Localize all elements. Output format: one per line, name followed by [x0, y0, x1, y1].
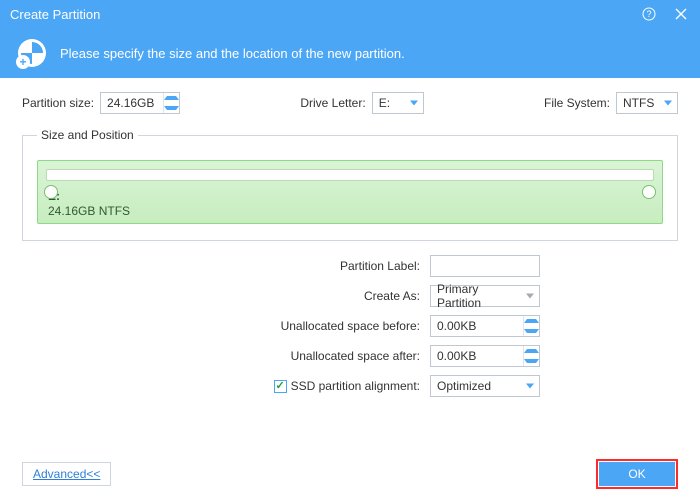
- ssd-align-row: SSD partition alignment:: [160, 379, 420, 393]
- resize-handle-left[interactable]: [44, 185, 58, 199]
- close-icon[interactable]: [672, 5, 690, 23]
- unalloc-after-value: 0.00KB: [437, 349, 476, 363]
- drive-letter-select[interactable]: E:: [372, 92, 424, 114]
- create-as-select[interactable]: Primary Partition: [430, 285, 540, 307]
- size-position-group: Size and Position E: 24.16GB NTFS: [22, 128, 678, 241]
- titlebar: Create Partition ?: [0, 0, 700, 28]
- advanced-label: Advanced<<: [33, 467, 100, 481]
- top-row: Partition size: 24.16GB Drive Letter: E:…: [22, 92, 678, 114]
- window-title: Create Partition: [10, 7, 100, 22]
- resize-handle-right[interactable]: [642, 185, 656, 199]
- partition-size-value: 24.16GB: [107, 96, 154, 110]
- unalloc-before-up[interactable]: [524, 316, 539, 326]
- chevron-down-icon: [526, 294, 534, 299]
- form-grid: Partition Label: Create As: Primary Part…: [160, 255, 540, 397]
- ok-highlight: OK: [596, 459, 678, 489]
- ssd-align-select[interactable]: Optimized: [430, 375, 540, 397]
- header: + Please specify the size and the locati…: [0, 28, 700, 78]
- ok-button[interactable]: OK: [599, 462, 675, 486]
- partition-preview-letter: E:: [48, 189, 130, 204]
- chevron-down-icon: [664, 101, 672, 106]
- content: Partition size: 24.16GB Drive Letter: E:…: [0, 78, 700, 397]
- ssd-align-value: Optimized: [437, 379, 491, 393]
- file-system-select[interactable]: NTFS: [616, 92, 678, 114]
- unalloc-after-down[interactable]: [524, 356, 539, 366]
- partition-label-label: Partition Label:: [160, 259, 420, 273]
- unalloc-after-label: Unallocated space after:: [160, 349, 420, 363]
- unalloc-before-label: Unallocated space before:: [160, 319, 420, 333]
- header-text: Please specify the size and the location…: [60, 46, 405, 61]
- ok-label: OK: [628, 467, 645, 481]
- drive-letter-value: E:: [379, 96, 390, 110]
- unalloc-after-input[interactable]: 0.00KB: [430, 345, 540, 367]
- partition-size-up[interactable]: [164, 93, 179, 103]
- unalloc-before-input[interactable]: 0.00KB: [430, 315, 540, 337]
- unalloc-before-down[interactable]: [524, 326, 539, 336]
- partition-preview-info: 24.16GB NTFS: [48, 204, 130, 219]
- unalloc-after-up[interactable]: [524, 346, 539, 356]
- partition-size-input[interactable]: 24.16GB: [100, 92, 180, 114]
- partition-track[interactable]: [46, 169, 654, 181]
- footer: Advanced<< OK: [0, 457, 700, 501]
- advanced-button[interactable]: Advanced<<: [22, 462, 111, 486]
- partition-label-input[interactable]: [430, 255, 540, 277]
- ssd-align-checkbox[interactable]: [274, 380, 287, 393]
- chevron-down-icon: [410, 101, 418, 106]
- partition-size-down[interactable]: [164, 103, 179, 113]
- drive-letter-label: Drive Letter:: [300, 96, 365, 110]
- chevron-down-icon: [526, 384, 534, 389]
- file-system-label: File System:: [544, 96, 610, 110]
- size-position-legend: Size and Position: [37, 128, 138, 142]
- create-as-label: Create As:: [160, 289, 420, 303]
- app-logo-icon: +: [18, 39, 46, 67]
- ssd-align-label: SSD partition alignment:: [291, 379, 420, 393]
- partition-size-label: Partition size:: [22, 96, 94, 110]
- unalloc-before-value: 0.00KB: [437, 319, 476, 333]
- create-as-value: Primary Partition: [437, 282, 519, 310]
- help-icon[interactable]: ?: [640, 5, 658, 23]
- svg-text:?: ?: [646, 9, 651, 19]
- partition-preview: E: 24.16GB NTFS: [37, 160, 663, 224]
- file-system-value: NTFS: [623, 96, 654, 110]
